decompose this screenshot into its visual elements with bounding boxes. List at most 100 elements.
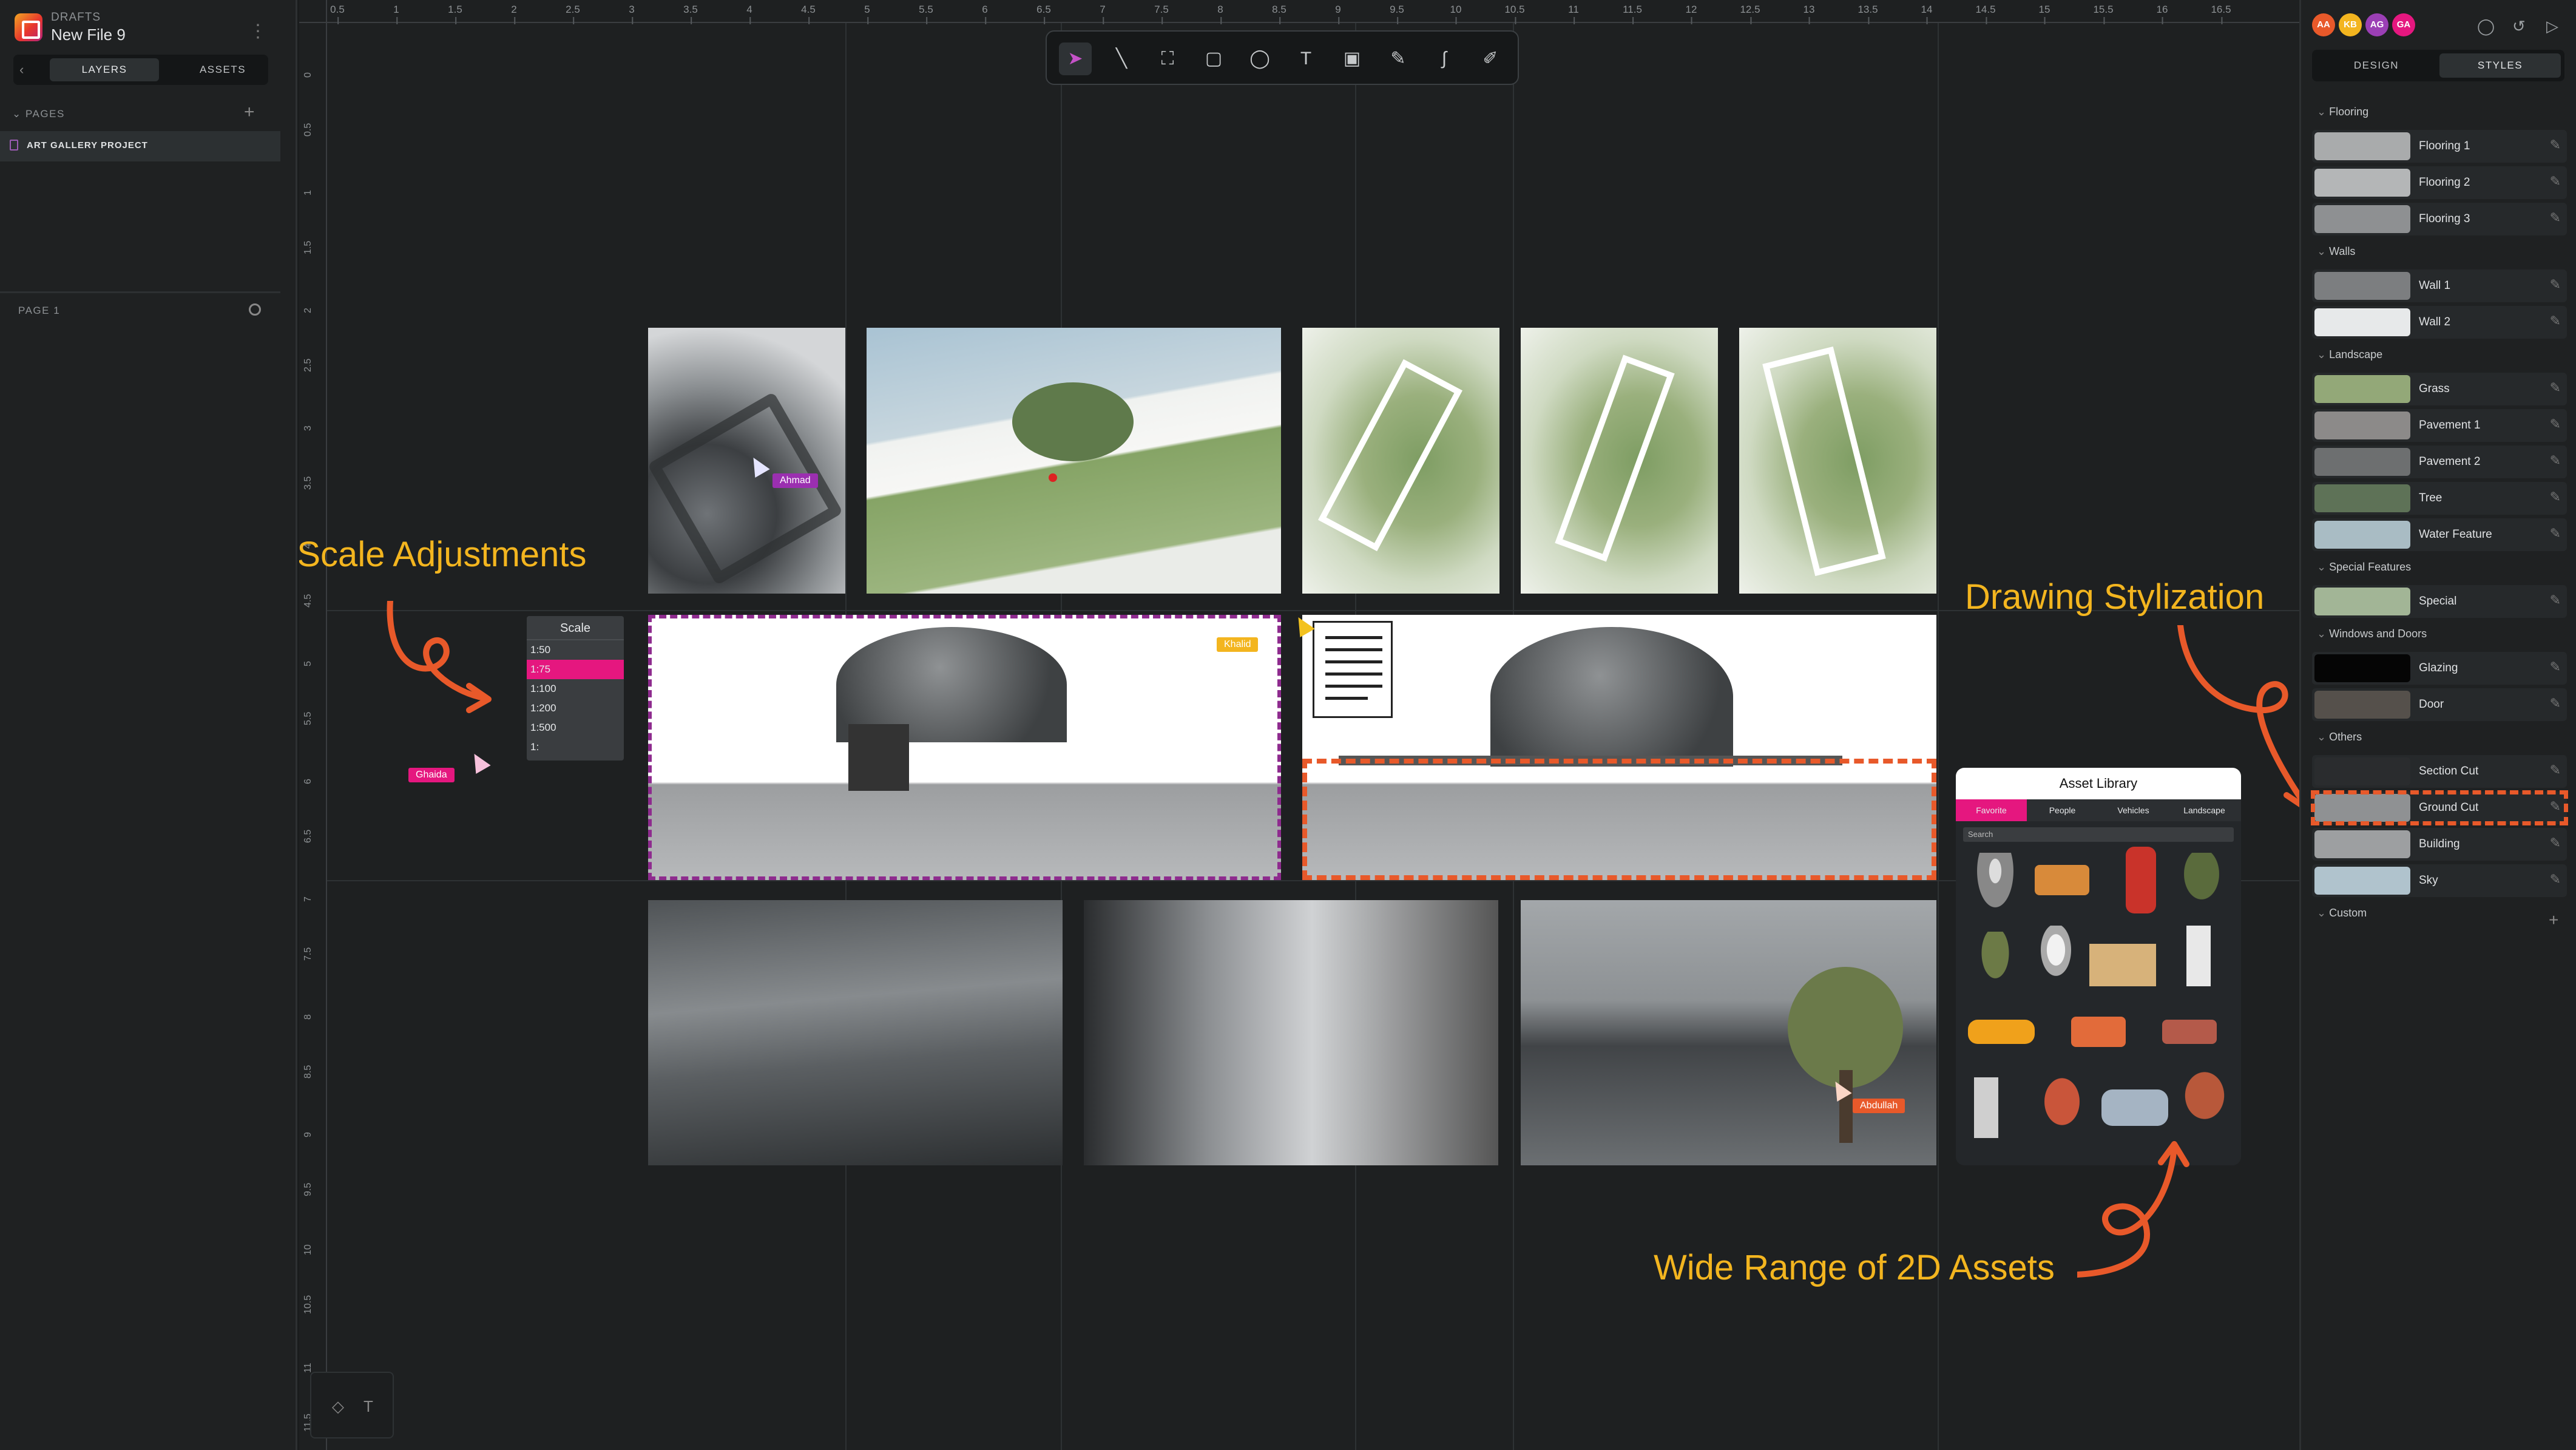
site-plan-tile-2[interactable] [1521, 328, 1718, 594]
text-tool-icon[interactable]: T [363, 1397, 373, 1416]
tree-asset[interactable] [2174, 853, 2229, 913]
style-row[interactable]: Water Feature ✎ [2312, 518, 2567, 551]
avatar[interactable]: AA [2312, 13, 2335, 36]
edit-icon[interactable]: ✎ [2550, 174, 2561, 189]
sofa-asset[interactable] [2071, 1017, 2126, 1047]
style-row[interactable]: Section Cut ✎ [2312, 755, 2567, 788]
style-row[interactable]: Grass ✎ [2312, 373, 2567, 405]
style-group-header[interactable]: Windows and Doors [2317, 628, 2427, 640]
style-row[interactable]: Pavement 1 ✎ [2312, 409, 2567, 442]
edit-icon[interactable]: ✎ [2550, 313, 2561, 329]
select-tool[interactable]: ➤ [1059, 42, 1092, 75]
style-group-header[interactable]: Custom [2317, 907, 2367, 920]
add-page-icon[interactable]: + [244, 102, 255, 123]
page-item-art-gallery[interactable]: ART GALLERY PROJECT [0, 131, 280, 161]
taxi-asset[interactable] [1968, 1020, 2035, 1044]
style-row[interactable]: Door ✎ [2312, 688, 2567, 721]
person-asset[interactable] [1974, 853, 2017, 913]
site-plan-tile-1[interactable] [1302, 328, 1499, 594]
style-row[interactable]: Flooring 3 ✎ [2312, 203, 2567, 235]
table-asset[interactable] [2089, 944, 2156, 986]
edit-icon[interactable]: ✎ [2550, 526, 2561, 541]
sofa-asset[interactable] [2035, 865, 2089, 895]
search-icon[interactable] [249, 303, 261, 316]
more-options-icon[interactable]: ⋮ [249, 21, 267, 42]
edit-icon[interactable]: ✎ [2550, 453, 2561, 469]
tab-layers[interactable]: LAYERS [50, 58, 159, 81]
style-row[interactable]: Wall 1 ✎ [2312, 269, 2567, 302]
asset-tab-favorite[interactable]: Favorite [1956, 799, 2027, 821]
style-row[interactable]: Wall 2 ✎ [2312, 306, 2567, 339]
file-name[interactable]: New File 9 [51, 25, 126, 44]
scale-option[interactable]: 1:200 [527, 699, 624, 718]
style-row[interactable]: Sky ✎ [2312, 864, 2567, 897]
tree-asset[interactable] [2035, 1077, 2089, 1138]
photo-tile-aerial[interactable] [648, 900, 1063, 1165]
style-row[interactable]: Flooring 2 ✎ [2312, 166, 2567, 199]
edit-icon[interactable]: ✎ [2550, 762, 2561, 778]
app-logo-icon[interactable] [15, 13, 42, 41]
site-section-tile[interactable] [867, 328, 1281, 594]
photo-tile-exterior[interactable] [1521, 900, 1936, 1165]
style-row[interactable]: Tree ✎ [2312, 482, 2567, 515]
photo-tile-colonnade[interactable] [1084, 900, 1498, 1165]
style-row[interactable]: Special ✎ [2312, 585, 2567, 618]
style-row[interactable]: Pavement 2 ✎ [2312, 446, 2567, 478]
pages-header[interactable]: ⌄ PAGES [12, 108, 65, 120]
asset-search-input[interactable]: Search [1963, 827, 2234, 842]
comment-icon[interactable]: ◯ [2477, 17, 2495, 36]
edit-icon[interactable]: ✎ [2550, 137, 2561, 153]
edit-icon[interactable]: ✎ [2550, 592, 2561, 608]
scale-option[interactable]: 1:75 [527, 660, 624, 679]
car-asset[interactable] [2126, 847, 2156, 913]
scale-option[interactable]: 1:50 [527, 640, 624, 660]
scale-option[interactable]: 1:500 [527, 718, 624, 737]
person-asset[interactable] [1974, 1077, 1998, 1138]
breadcrumb[interactable]: DRAFTS [51, 11, 101, 24]
style-group-header[interactable]: Others [2317, 731, 2362, 744]
image-tool[interactable]: ▣ [1336, 42, 1368, 75]
canvas[interactable]: 0.5 1 1.5 2 2.5 3 3.5 4 4.5 5 5.5 6 6.5 7 7.5 8 8.5 9 9.5 1… [299, 0, 2299, 1450]
tab-styles[interactable]: STYLES [2439, 53, 2561, 78]
style-group-header[interactable]: Landscape [2317, 348, 2382, 361]
scale-option[interactable]: 1: [527, 737, 624, 757]
style-row[interactable]: Flooring 1 ✎ [2312, 130, 2567, 163]
play-icon[interactable]: ▷ [2546, 17, 2558, 36]
avatar[interactable]: KB [2339, 13, 2362, 36]
style-group-header[interactable]: Special Features [2317, 561, 2411, 574]
rectangle-tool[interactable]: ▢ [1197, 42, 1230, 75]
person-asset[interactable] [2035, 926, 2077, 986]
style-row[interactable]: Glazing ✎ [2312, 652, 2567, 685]
edit-icon[interactable]: ✎ [2550, 380, 2561, 396]
edit-icon[interactable]: ✎ [2550, 416, 2561, 432]
text-tool[interactable]: T [1290, 42, 1322, 75]
asset-tab-vehicles[interactable]: Vehicles [2098, 799, 2169, 821]
asset-tab-people[interactable]: People [2027, 799, 2098, 821]
scale-option[interactable]: 1:100 [527, 679, 624, 699]
edit-icon[interactable]: ✎ [2550, 835, 2561, 851]
path-tool[interactable]: ∫ [1428, 42, 1461, 75]
ellipse-tool[interactable]: ◯ [1243, 42, 1276, 75]
history-icon[interactable]: ↺ [2512, 17, 2526, 36]
tab-design[interactable]: DESIGN [2316, 53, 2437, 78]
style-group-header[interactable]: Flooring [2317, 106, 2368, 118]
avatar[interactable]: GA [2392, 13, 2415, 36]
line-tool[interactable]: ╲ [1105, 42, 1138, 75]
edit-icon[interactable]: ✎ [2550, 872, 2561, 887]
sofa-asset[interactable] [2162, 1020, 2217, 1044]
frame-tool[interactable]: ⛶ [1151, 42, 1184, 75]
brush-tool[interactable]: ✐ [1474, 42, 1507, 75]
add-custom-style-icon[interactable]: + [2549, 910, 2558, 930]
tree-asset[interactable] [2174, 1071, 2235, 1132]
tree-asset[interactable] [1974, 932, 2017, 992]
avatar[interactable]: AG [2365, 13, 2388, 36]
site-plan-tile-3[interactable] [1739, 328, 1936, 594]
person-asset[interactable] [2186, 926, 2211, 986]
pencil-tool[interactable]: ✎ [1382, 42, 1415, 75]
chevron-left-icon[interactable]: ‹ [19, 62, 24, 78]
edit-icon[interactable]: ✎ [2550, 489, 2561, 505]
edit-icon[interactable]: ✎ [2550, 696, 2561, 711]
style-group-header[interactable]: Walls [2317, 245, 2355, 258]
document-icon[interactable] [1313, 621, 1393, 718]
edit-icon[interactable]: ✎ [2550, 210, 2561, 226]
